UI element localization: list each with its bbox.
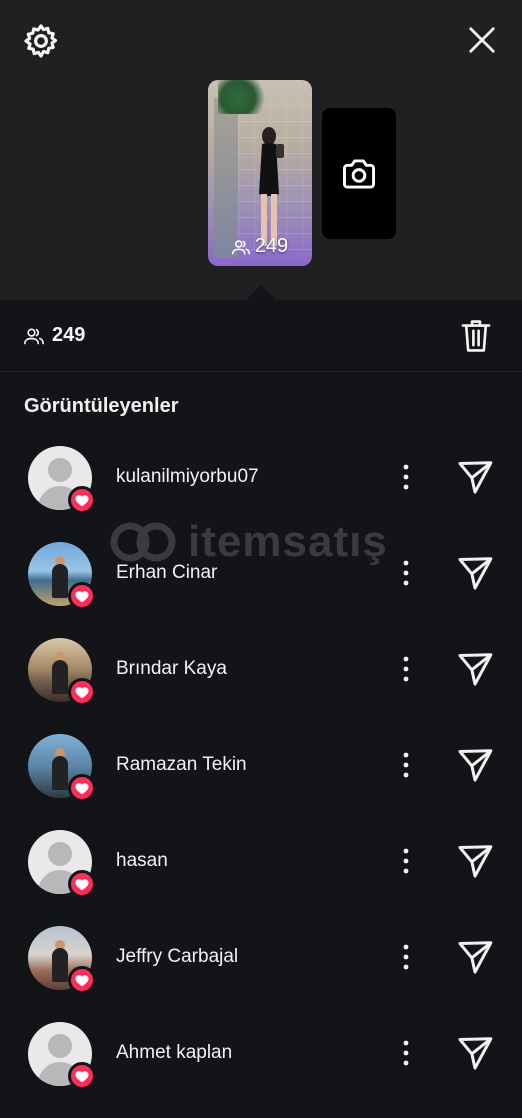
people-icon <box>24 328 44 344</box>
avatar-placeholder-head <box>48 458 72 482</box>
viewer-row[interactable]: Ramazan Tekin <box>0 734 522 830</box>
more-vertical-icon <box>403 944 409 970</box>
more-options-button[interactable] <box>394 652 418 686</box>
more-vertical-icon <box>403 752 409 778</box>
viewer-stats-bar: 249 <box>0 300 522 372</box>
heart-icon <box>75 686 89 698</box>
more-vertical-icon <box>403 464 409 490</box>
send-icon <box>458 941 493 974</box>
viewer-username[interactable]: kulanilmiyorbu07 <box>116 466 259 488</box>
send-message-button[interactable] <box>456 458 494 496</box>
heart-icon <box>75 590 89 602</box>
settings-button[interactable] <box>20 20 62 62</box>
heart-icon <box>75 1070 89 1082</box>
send-icon <box>458 653 493 686</box>
like-badge <box>68 678 96 706</box>
send-message-button[interactable] <box>456 554 494 592</box>
more-vertical-icon <box>403 656 409 682</box>
avatar-photo-body <box>52 564 68 598</box>
avatar-placeholder-head <box>48 1034 72 1058</box>
send-icon <box>458 845 493 878</box>
like-badge <box>68 870 96 898</box>
send-icon <box>458 461 493 494</box>
viewers-section-title: Görüntüleyenler <box>24 395 179 417</box>
send-message-button[interactable] <box>456 938 494 976</box>
send-icon <box>458 557 493 590</box>
send-message-button[interactable] <box>456 650 494 688</box>
more-options-button[interactable] <box>394 556 418 590</box>
story-views-overlay: 249 <box>208 235 312 258</box>
heart-icon <box>75 782 89 794</box>
viewer-row[interactable]: Ahmet kaplan <box>0 1022 522 1118</box>
viewer-row[interactable]: hasan <box>0 830 522 926</box>
more-options-button[interactable] <box>394 460 418 494</box>
viewer-row[interactable]: Jeffry Carbajal <box>0 926 522 1022</box>
avatar-photo-body <box>52 660 68 694</box>
story-photo-wall <box>214 98 238 258</box>
heart-icon <box>75 494 89 506</box>
viewer-row[interactable]: Brındar Kaya <box>0 638 522 734</box>
story-views-count: 249 <box>254 235 289 257</box>
delete-story-button[interactable] <box>458 318 494 354</box>
close-icon <box>469 27 495 53</box>
like-badge <box>68 486 96 514</box>
like-badge <box>68 582 96 610</box>
viewer-username[interactable]: Jeffry Carbajal <box>116 946 238 968</box>
viewer-username[interactable]: Brındar Kaya <box>116 658 227 680</box>
avatar-placeholder-head <box>48 842 72 866</box>
like-badge <box>68 1062 96 1090</box>
send-message-button[interactable] <box>456 746 494 784</box>
more-vertical-icon <box>403 848 409 874</box>
send-message-button[interactable] <box>456 1034 494 1072</box>
more-options-button[interactable] <box>394 748 418 782</box>
send-message-button[interactable] <box>456 842 494 880</box>
viewer-count-label: 249 <box>52 324 86 346</box>
selected-story-pointer <box>246 285 276 300</box>
like-badge <box>68 966 96 994</box>
camera-icon <box>343 158 375 189</box>
viewer-count[interactable]: 249 <box>24 324 85 347</box>
close-button[interactable] <box>462 20 502 60</box>
viewer-username[interactable]: Ahmet kaplan <box>116 1042 232 1064</box>
story-thumbnail[interactable]: 249 <box>208 80 312 266</box>
viewer-username[interactable]: Ramazan Tekin <box>116 754 247 776</box>
heart-icon <box>75 878 89 890</box>
more-options-button[interactable] <box>394 1036 418 1070</box>
send-icon <box>458 1037 493 1070</box>
more-vertical-icon <box>403 560 409 586</box>
story-photo-plant <box>218 80 268 114</box>
more-options-button[interactable] <box>394 844 418 878</box>
viewer-username[interactable]: hasan <box>116 850 168 872</box>
avatar-photo-body <box>52 756 68 790</box>
like-badge <box>68 774 96 802</box>
people-icon <box>231 239 250 254</box>
send-icon <box>458 749 493 782</box>
gear-icon <box>24 24 58 58</box>
heart-icon <box>75 974 89 986</box>
story-preview-header: 249 <box>0 0 522 300</box>
viewer-row[interactable]: Erhan Cinar <box>0 542 522 638</box>
more-vertical-icon <box>403 1040 409 1066</box>
avatar-photo-body <box>52 948 68 982</box>
more-options-button[interactable] <box>394 940 418 974</box>
viewer-row[interactable]: kulanilmiyorbu07 <box>0 446 522 542</box>
viewer-username[interactable]: Erhan Cinar <box>116 562 217 584</box>
trash-icon <box>461 320 491 352</box>
add-story-card[interactable] <box>322 108 396 239</box>
